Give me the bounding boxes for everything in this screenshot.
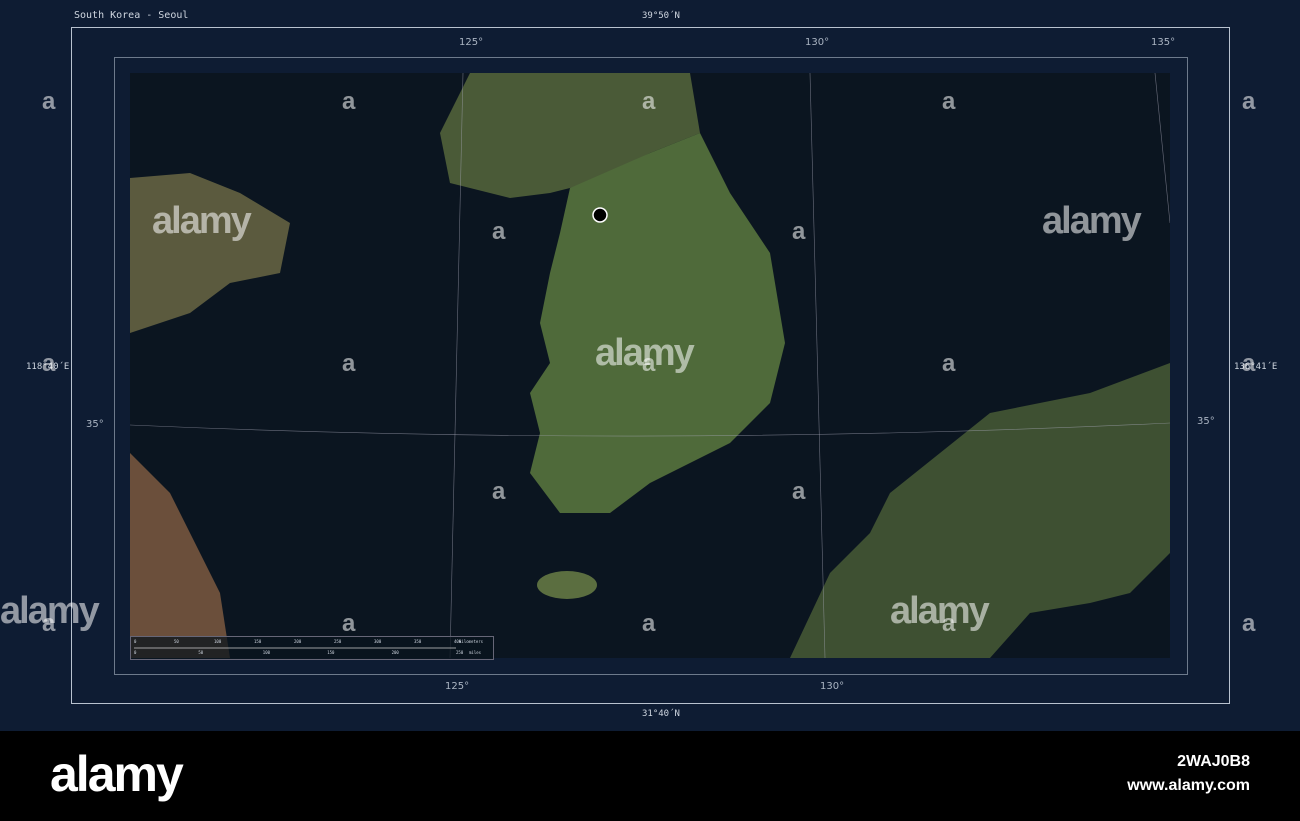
alamy-watermark-glyph: a xyxy=(492,478,506,505)
alamy-watermark-glyph: a xyxy=(792,478,806,505)
seoul-marker xyxy=(592,207,608,223)
lon-label-130-top: 130° xyxy=(805,37,830,48)
top-coordinate: 39°50´N xyxy=(642,11,680,21)
lat-label-35-right: 35° xyxy=(1197,416,1215,427)
alamy-watermark-glyph: a xyxy=(342,88,356,115)
map-frame: South Korea - Seoul 39°50´N 31°40´N 118°… xyxy=(0,0,1300,731)
alamy-logo: alamy xyxy=(50,746,184,802)
china-coast-land xyxy=(130,453,230,658)
alamy-watermark-glyph: a xyxy=(492,218,506,245)
km-tick-label: 350 xyxy=(414,639,422,644)
alamy-watermark: alamy xyxy=(152,200,252,242)
km-tick-label: 200 xyxy=(294,639,302,644)
china-shandong-land xyxy=(130,173,290,333)
km-tick-label: 100 xyxy=(214,639,222,644)
bottom-coordinate: 31°40´N xyxy=(642,709,680,719)
alamy-watermark-glyph: a xyxy=(642,88,656,115)
alamy-watermark-glyph: a xyxy=(342,610,356,637)
mile-tick-label: 150 xyxy=(327,650,335,655)
mile-tick-label: 250 xyxy=(456,650,464,655)
footer-bar: alamy 2WAJ0B8 www.alamy.com xyxy=(0,731,1300,821)
lon-label-130-bottom: 130° xyxy=(820,681,845,692)
right-coordinate: 136°41´E xyxy=(1234,362,1278,372)
alamy-url: www.alamy.com xyxy=(1127,777,1250,794)
mile-tick-label: 100 xyxy=(262,650,271,655)
km-tick-label: 300 xyxy=(374,639,382,644)
km-tick-label: 50 xyxy=(174,639,179,644)
alamy-watermark-glyph: a xyxy=(42,610,56,637)
mile-tick-label: 50 xyxy=(198,650,204,655)
alamy-watermark-glyph: a xyxy=(792,218,806,245)
lon-label-125-bottom: 125° xyxy=(445,681,470,692)
alamy-watermark-glyph: a xyxy=(942,610,956,637)
alamy-watermark-glyph: a xyxy=(942,350,956,377)
mile-tick-label: 0 xyxy=(134,650,137,655)
km-unit: kilometers xyxy=(459,639,484,644)
lon-label-125-top: 125° xyxy=(459,37,484,48)
alamy-watermark-glyph: a xyxy=(1242,88,1256,115)
alamy-watermark: alamy xyxy=(890,590,990,632)
alamy-watermark-glyph: a xyxy=(1242,610,1256,637)
km-tick-label: 150 xyxy=(254,639,262,644)
km-tick-label: 250 xyxy=(334,639,342,644)
south-korea-land xyxy=(530,133,785,513)
km-tick-label: 0 xyxy=(134,639,137,644)
alamy-watermark-glyph: a xyxy=(42,350,56,377)
alamy-watermark-glyph: a xyxy=(642,610,656,637)
alamy-watermark-glyph: a xyxy=(42,88,56,115)
alamy-watermark: alamy xyxy=(1042,200,1142,242)
lon-label-135-top: 135° xyxy=(1151,37,1176,48)
lat-label-35-left: 35° xyxy=(86,419,104,430)
jeju-island xyxy=(537,571,597,599)
map-title: South Korea - Seoul xyxy=(74,10,189,21)
mile-tick-label: 200 xyxy=(391,650,399,655)
alamy-watermark-glyph: a xyxy=(942,88,956,115)
image-id: 2WAJ0B8 xyxy=(1177,753,1250,770)
mile-unit: miles xyxy=(469,650,482,655)
scale-bar: 0 50 100 150 200 250 300 350 400 0 50 100 150 200 250… xyxy=(130,636,494,660)
alamy-watermark-glyph: a xyxy=(1242,350,1256,377)
alamy-watermark-glyph: a xyxy=(342,350,356,377)
alamy-watermark-glyph: a xyxy=(642,350,656,377)
